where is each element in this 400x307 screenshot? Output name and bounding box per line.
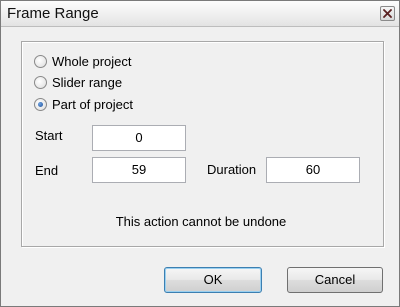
- end-label: End: [35, 163, 59, 178]
- duration-label: Duration: [207, 162, 257, 177]
- start-label: Start: [35, 128, 63, 143]
- title-bar[interactable]: Frame Range: [1, 1, 399, 27]
- radio-button[interactable]: [34, 54, 47, 68]
- close-button[interactable]: [380, 6, 395, 21]
- window-title: Frame Range: [7, 5, 99, 22]
- frame-range-dialog: Frame Range Whole project Slider range P…: [0, 0, 400, 307]
- radio-selected-dot: [38, 101, 43, 107]
- radio-button-selected[interactable]: [34, 97, 47, 111]
- warning-message: This action cannot be undone: [115, 214, 287, 229]
- radio-label: Slider range: [52, 74, 123, 90]
- close-icon: [383, 9, 392, 18]
- cancel-button[interactable]: Cancel: [287, 267, 383, 293]
- radio-label: Whole project: [52, 53, 132, 69]
- end-field[interactable]: 59: [92, 157, 186, 183]
- duration-field[interactable]: 60: [266, 157, 360, 183]
- radio-label: Part of project: [52, 96, 133, 112]
- start-field[interactable]: 0: [92, 125, 186, 151]
- radio-whole-project[interactable]: Whole project: [34, 52, 131, 70]
- ok-button[interactable]: OK: [164, 267, 262, 293]
- radio-part-of-project[interactable]: Part of project: [34, 95, 133, 113]
- radio-button[interactable]: [34, 75, 47, 89]
- radio-slider-range[interactable]: Slider range: [34, 73, 122, 91]
